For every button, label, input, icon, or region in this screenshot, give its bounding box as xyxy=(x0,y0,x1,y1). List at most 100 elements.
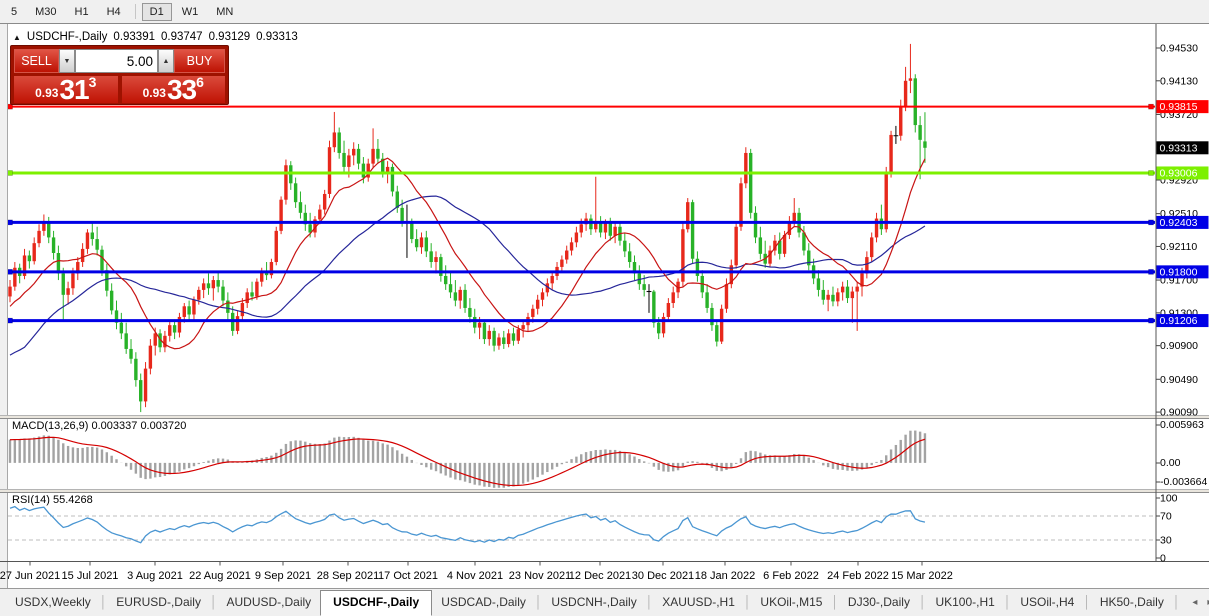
tab-uk100-h1[interactable]: UK100-,H1 xyxy=(926,591,1003,615)
volume-input[interactable] xyxy=(75,49,158,73)
macd-name: MACD(13,26,9) xyxy=(12,420,89,432)
tab-scroll-arrows: ◂ ▸ xyxy=(1188,593,1209,615)
price-badge-0.91800: 0.91800 xyxy=(1156,265,1209,279)
ohlc-low: 0.93129 xyxy=(208,31,251,43)
svg-text:-0.003664: -0.003664 xyxy=(1160,476,1207,488)
timeframe-toolbar: 5 M30 H1 H4 D1 W1 MN xyxy=(0,0,1209,23)
timeframe-button-m15[interactable]: 5 xyxy=(3,3,25,21)
ask-price-box[interactable]: 0.93 33 6 xyxy=(121,74,225,105)
svg-text:23 Nov 2021: 23 Nov 2021 xyxy=(509,570,571,582)
tab-usdchf-daily[interactable]: USDCHF-,Daily xyxy=(320,590,433,616)
svg-text:0.92110: 0.92110 xyxy=(1160,241,1197,253)
tab-ukoil-m15[interactable]: UKOil-,M15 xyxy=(751,591,831,615)
svg-text:100: 100 xyxy=(1160,493,1178,505)
ohlc-high: 0.93747 xyxy=(161,31,203,43)
tab-audusd-daily[interactable]: AUDUSD-,Daily xyxy=(217,591,320,615)
volume-increase-button[interactable]: ▲ xyxy=(158,49,174,73)
macd-value-main: 0.003337 xyxy=(91,420,138,432)
tab-usoil-h4[interactable]: USOil-,H4 xyxy=(1011,591,1083,615)
tab-dj30-daily[interactable]: DJ30-,Daily xyxy=(839,591,919,615)
one-click-trading-panel: SELL ▼ ▲ BUY 0.93 31 3 0.93 33 6 xyxy=(10,45,229,105)
rsi-name: RSI(14) xyxy=(12,494,50,506)
timeframe-button-d1[interactable]: D1 xyxy=(141,2,172,21)
ask-price-pipette: 6 xyxy=(196,74,204,90)
ohlc-open: 0.93391 xyxy=(113,31,155,43)
hline-handle xyxy=(1148,103,1154,110)
macd-indicator-label: MACD(13,26,9) 0.003337 0.003720 xyxy=(12,420,186,432)
timeframe-button-mn[interactable]: MN xyxy=(208,3,241,21)
tab-usdcad-daily[interactable]: USDCAD-,Daily xyxy=(432,591,535,615)
price-badge-0.92403: 0.92403 xyxy=(1156,215,1209,229)
svg-text:0.00: 0.00 xyxy=(1160,457,1181,469)
collapse-subwindow-icon[interactable]: ▲ xyxy=(13,33,21,42)
timeframe-button-h4[interactable]: H4 xyxy=(99,3,129,21)
svg-text:0.93815: 0.93815 xyxy=(1160,101,1198,113)
svg-text:0.90090: 0.90090 xyxy=(1160,407,1198,419)
hline-handle xyxy=(1148,269,1154,275)
ask-price-big-digits: 33 xyxy=(166,74,197,105)
ohlc-close: 0.93313 xyxy=(256,31,298,43)
hline-handle xyxy=(8,219,13,226)
svg-text:12 Dec 2021: 12 Dec 2021 xyxy=(569,570,631,582)
svg-text:15 Mar 2022: 15 Mar 2022 xyxy=(891,570,953,582)
tab-usdcnh-daily[interactable]: USDCNH-,Daily xyxy=(542,591,645,615)
volume-decrease-button[interactable]: ▼ xyxy=(59,49,75,73)
svg-text:0.93006: 0.93006 xyxy=(1160,167,1198,179)
hline-handle xyxy=(1148,317,1154,324)
price-badge-0.93815: 0.93815 xyxy=(1156,100,1209,114)
hline-handle xyxy=(1148,170,1154,176)
svg-text:0.91800: 0.91800 xyxy=(1160,266,1198,278)
svg-text:70: 70 xyxy=(1160,511,1172,523)
svg-text:6 Feb 2022: 6 Feb 2022 xyxy=(763,570,819,582)
svg-text:0.93313: 0.93313 xyxy=(1160,142,1198,154)
svg-text:30: 30 xyxy=(1160,535,1172,547)
svg-text:24 Feb 2022: 24 Feb 2022 xyxy=(827,570,889,582)
svg-text:18 Jan 2022: 18 Jan 2022 xyxy=(695,570,756,582)
svg-text:0: 0 xyxy=(1160,553,1166,565)
timeframe-button-m30[interactable]: M30 xyxy=(27,3,64,21)
bid-price-box[interactable]: 0.93 31 3 xyxy=(14,74,118,105)
rsi-value: 55.4268 xyxy=(52,494,93,506)
svg-text:0.91206: 0.91206 xyxy=(1160,315,1198,327)
svg-text:28 Sep 2021: 28 Sep 2021 xyxy=(317,570,379,582)
svg-text:9 Sep 2021: 9 Sep 2021 xyxy=(255,570,311,582)
ask-price-prefix: 0.93 xyxy=(142,86,166,100)
svg-text:22 Aug 2021: 22 Aug 2021 xyxy=(189,570,251,582)
sell-button[interactable]: SELL xyxy=(14,49,59,73)
window-left-frame xyxy=(0,24,7,589)
svg-text:0.90900: 0.90900 xyxy=(1160,340,1198,352)
svg-text:27 Jun 2021: 27 Jun 2021 xyxy=(0,570,60,582)
chart-canvas[interactable]: 0.94530 0.94130 0.93720 0.92920 0.92510 0.921… xyxy=(0,23,1209,589)
price-chart-svg: 0.945300.941300.937200.929200.925100.921… xyxy=(0,24,1209,589)
chart-title: ▲ USDCHF-,Daily 0.93391 0.93747 0.93129 … xyxy=(13,31,298,43)
rsi-indicator-label: RSI(14) 55.4268 xyxy=(12,494,93,506)
macd-value-signal: 0.003720 xyxy=(140,420,187,432)
svg-text:0.94130: 0.94130 xyxy=(1160,75,1198,87)
svg-text:0.90490: 0.90490 xyxy=(1160,374,1198,386)
price-badge-0.93006: 0.93006 xyxy=(1156,166,1209,180)
timeframe-button-h1[interactable]: H1 xyxy=(67,3,97,21)
svg-text:0.94530: 0.94530 xyxy=(1160,43,1198,55)
toolbar-separator xyxy=(134,4,136,19)
hline-handle xyxy=(1148,219,1154,226)
bid-price-big-digits: 31 xyxy=(59,74,89,105)
symbol-tab-bar: USDX,Weekly │ EURUSD-,Daily │ AUDUSD-,Da… xyxy=(0,588,1209,616)
svg-text:17 Oct 2021: 17 Oct 2021 xyxy=(378,570,438,582)
buy-button[interactable]: BUY xyxy=(174,49,225,73)
hline-handle xyxy=(8,170,13,176)
hline-handle xyxy=(8,269,13,275)
chart-symbol-label: USDCHF-,Daily xyxy=(26,31,108,43)
mt4-usdchf-window: { "toolbar": { "timeframes": ["5", "M30"… xyxy=(0,0,1209,616)
tab-scroll-left-icon[interactable]: ◂ xyxy=(1192,597,1197,608)
svg-text:0.005963: 0.005963 xyxy=(1160,419,1204,431)
tab-usdx-weekly[interactable]: USDX,Weekly xyxy=(6,591,100,615)
tab-hk50-daily[interactable]: HK50-,Daily xyxy=(1091,591,1173,615)
tab-eurusd-daily[interactable]: EURUSD-,Daily xyxy=(107,591,210,615)
bid-price-pipette: 3 xyxy=(88,74,97,90)
svg-text:0.92403: 0.92403 xyxy=(1160,217,1198,229)
svg-text:3 Aug 2021: 3 Aug 2021 xyxy=(127,570,183,582)
hline-handle xyxy=(8,317,13,324)
price-badge-0.91206: 0.91206 xyxy=(1156,314,1209,328)
tab-xauusd-h1[interactable]: XAUUSD-,H1 xyxy=(653,591,744,615)
timeframe-button-w1[interactable]: W1 xyxy=(174,3,207,21)
